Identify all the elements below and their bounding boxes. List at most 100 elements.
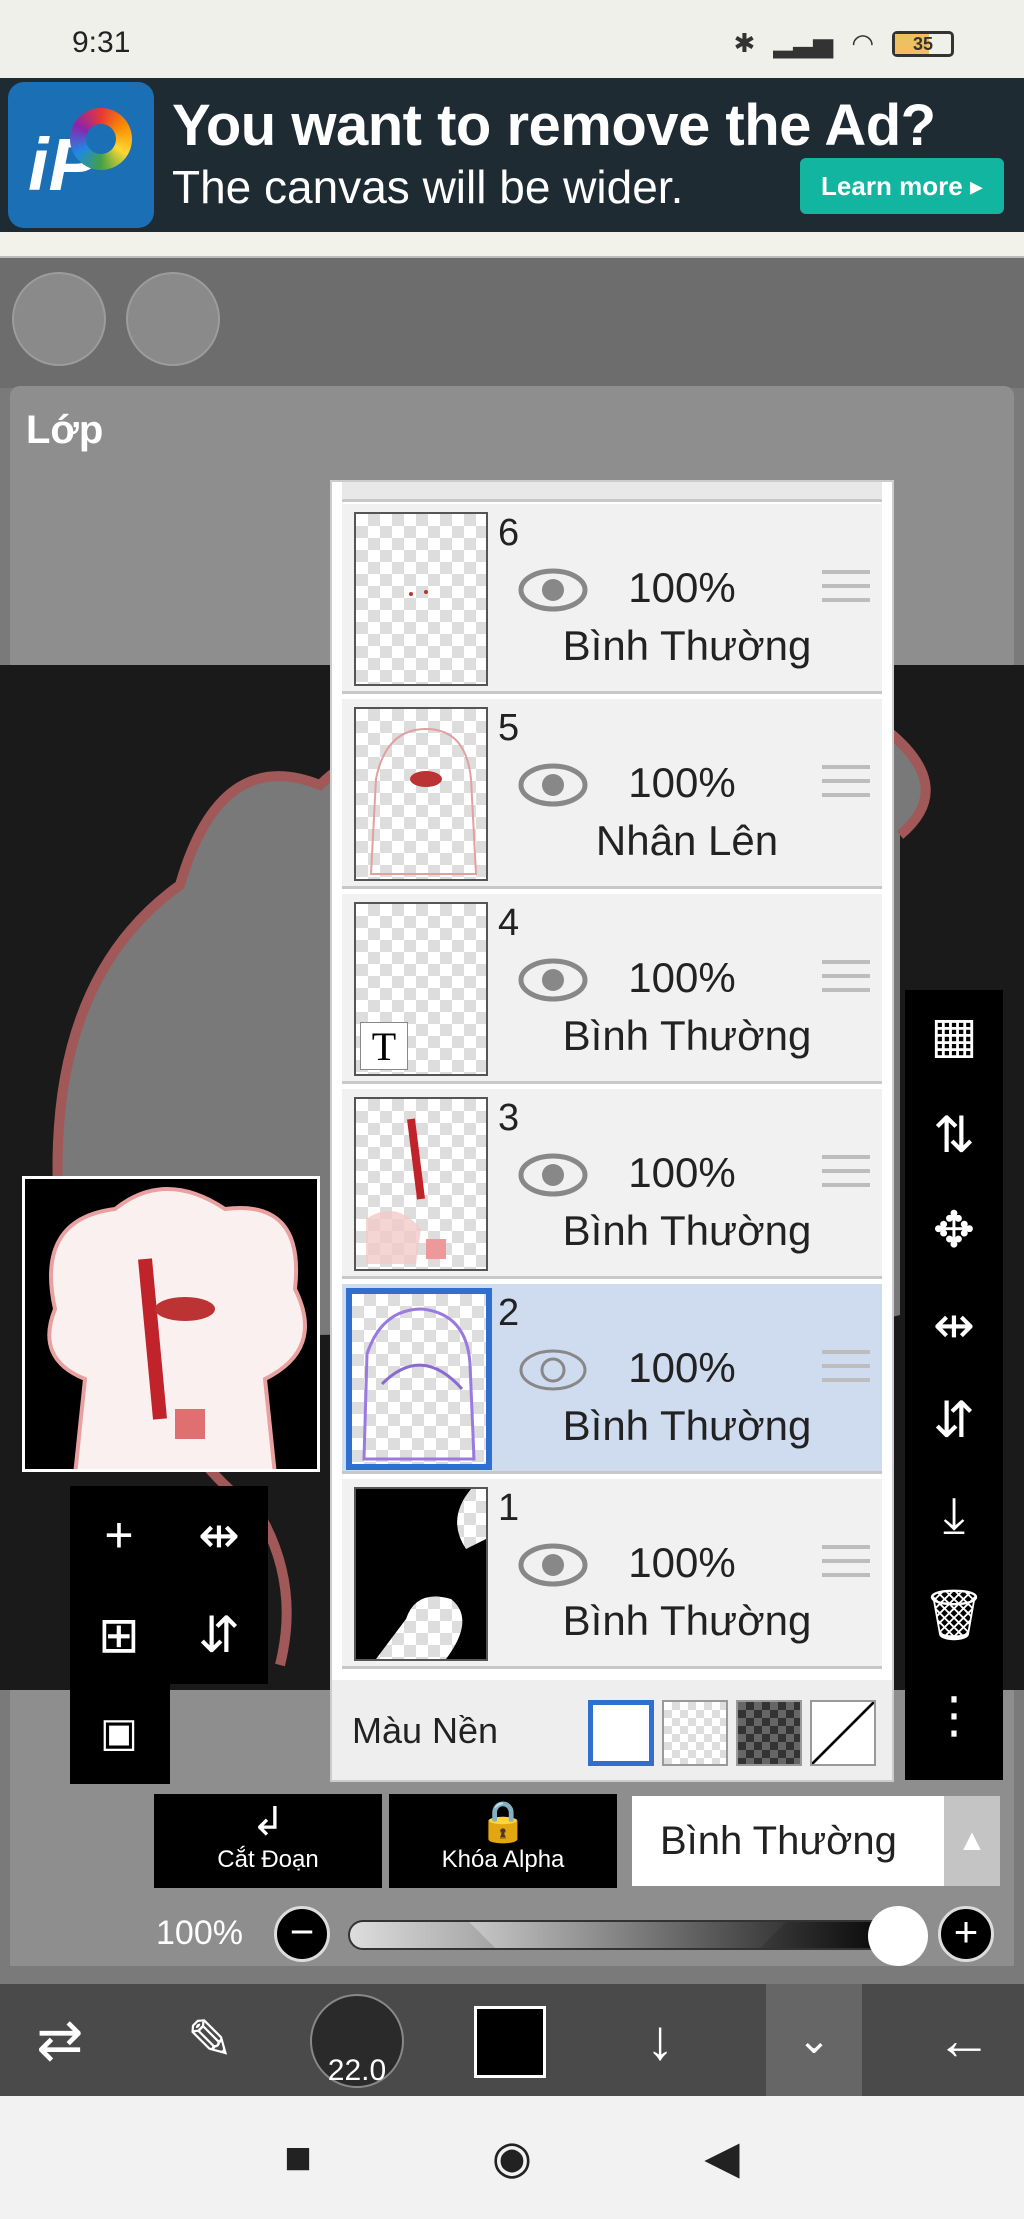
layer-row[interactable]: 5 100% Nhân Lên	[342, 699, 882, 889]
layer-row[interactable]: 6 100% Bình Thường	[342, 504, 882, 694]
clipping-button[interactable]: ↲ Cắt Đoạn	[154, 1794, 382, 1888]
layer-number: 5	[498, 707, 520, 749]
flip-horizontal-icon[interactable]: ⇹	[174, 1490, 264, 1580]
layer-thumbnail	[354, 512, 488, 686]
blend-mode-select[interactable]: Bình Thường	[632, 1796, 944, 1886]
layer-row-partial	[342, 482, 882, 502]
layer-opacity: 100%	[628, 1149, 736, 1196]
color-swatch[interactable]	[474, 2006, 546, 2078]
layer-row[interactable]: 3 100% Bình Thường	[342, 1089, 882, 1279]
layer-opacity: 100%	[628, 564, 736, 611]
layer-list[interactable]: 6 100% Bình Thường 5 100% Nhân Lên T 4 1…	[330, 480, 894, 1782]
transparency-icon[interactable]: ▦	[909, 990, 999, 1080]
layer-opacity: 100%	[628, 759, 736, 806]
status-icons: ✱ ▂▃▅ ◠ 35	[734, 28, 954, 59]
redo-button[interactable]	[126, 272, 220, 366]
layer-thumbnail	[354, 1487, 488, 1661]
eye-icon[interactable]	[518, 958, 588, 1002]
back-arrow-icon[interactable]: ←	[904, 1984, 1024, 2096]
merge-down-icon[interactable]: ⤓	[909, 1470, 999, 1560]
text-layer-icon: T	[360, 1022, 408, 1070]
layer-row[interactable]: 1 100% Bình Thường	[342, 1479, 882, 1669]
system-nav-bar: ■ ◉ ◀	[0, 2096, 1024, 2219]
layer-number: 4	[498, 902, 520, 944]
status-bar: 9:31 ✱ ▂▃▅ ◠ 35	[0, 0, 1024, 78]
opacity-slider[interactable]	[348, 1920, 908, 1950]
brush-size-button[interactable]: 22.0	[310, 1994, 404, 2088]
brush-icon[interactable]: ✎	[150, 1984, 270, 2096]
clip-arrow-icon: ↲	[251, 1800, 285, 1844]
swap-tool-icon[interactable]: ⇄	[0, 1984, 120, 2096]
layer-thumbnail: T	[354, 902, 488, 1076]
color-wheel-icon	[70, 108, 132, 170]
signal-icon: ▂▃▅	[773, 28, 834, 58]
alpha-lock-button[interactable]: 🔒 Khóa Alpha	[389, 1794, 617, 1888]
layer-blend-mode: Bình Thường	[562, 622, 812, 669]
bg-dark-checker-swatch[interactable]	[736, 1700, 802, 1766]
drag-handle-icon[interactable]	[822, 570, 870, 606]
wifi-icon: ◠	[851, 28, 874, 58]
layer-blend-mode: Nhân Lên	[595, 817, 779, 864]
ad-subline: The canvas will be wider.	[172, 161, 684, 213]
flip-horizontal-icon[interactable]: ⇹	[909, 1280, 999, 1370]
layer-quick-tools: + ⇹ ⊞ ⇵	[70, 1486, 268, 1684]
drag-handle-icon[interactable]	[822, 1155, 870, 1191]
layer-thumbnail	[354, 707, 488, 881]
alpha-lock-label: Khóa Alpha	[441, 1846, 565, 1873]
opacity-slider-handle[interactable]	[868, 1906, 928, 1966]
swap-layer-icon[interactable]: ⇅	[909, 1090, 999, 1180]
recents-icon[interactable]: ■	[248, 2096, 348, 2219]
bg-white-swatch[interactable]	[588, 1700, 654, 1766]
eye-icon[interactable]	[518, 1153, 588, 1197]
add-layer-plus-icon[interactable]: +	[74, 1490, 164, 1580]
camera-tool: ▣	[70, 1684, 170, 1784]
eye-icon[interactable]	[518, 568, 588, 612]
background-label: Màu Nền	[352, 1710, 499, 1751]
battery-icon: 35	[892, 30, 954, 57]
ad-banner[interactable]: iP You want to remove the Ad? The canvas…	[0, 78, 1024, 232]
bg-none-swatch[interactable]	[810, 1700, 876, 1766]
undo-button[interactable]	[12, 272, 106, 366]
layer-row-selected[interactable]: 2 100% Bình Thường	[342, 1284, 882, 1474]
navigator-preview[interactable]	[22, 1176, 320, 1472]
chevron-up-icon[interactable]: ▲	[944, 1796, 1000, 1886]
move-icon[interactable]: ✥	[909, 1185, 999, 1275]
flip-vertical-icon[interactable]: ⇵	[174, 1590, 264, 1680]
chevron-double-down-icon[interactable]: ⌄	[766, 1984, 862, 2096]
preview-artwork	[25, 1179, 317, 1469]
drag-handle-icon[interactable]	[822, 1350, 870, 1386]
arrow-down-icon[interactable]: ↓	[600, 1984, 720, 2096]
add-copy-layer-icon[interactable]: ⊞	[74, 1590, 164, 1680]
back-icon[interactable]: ◀	[672, 2096, 772, 2219]
divider	[0, 232, 1024, 258]
eye-icon[interactable]	[518, 1348, 588, 1392]
bottom-toolbar: ⇄ ✎ 22.0 ↓ ⌄ ←	[0, 1984, 1024, 2096]
opacity-minus-button[interactable]: −	[274, 1906, 330, 1962]
layer-blend-mode: Bình Thường	[562, 1402, 812, 1449]
layer-side-toolbar: ▦ ⇅ ✥ ⇹ ⇵ ⤓ 🗑 ⋮	[905, 990, 1003, 1780]
bg-transparent-swatch[interactable]	[662, 1700, 728, 1766]
layer-opacity: 100%	[628, 954, 736, 1001]
layer-number: 6	[498, 512, 520, 554]
home-icon[interactable]: ◉	[462, 2096, 562, 2219]
opacity-plus-button[interactable]: +	[938, 1906, 994, 1962]
eye-icon[interactable]	[518, 763, 588, 807]
camera-icon[interactable]: ▣	[74, 1688, 164, 1778]
layer-blend-mode: Bình Thường	[562, 1597, 812, 1644]
background-color-row: Màu Nền	[332, 1680, 892, 1780]
bluetooth-icon: ✱	[733, 28, 756, 58]
drag-handle-icon[interactable]	[822, 1545, 870, 1581]
drag-handle-icon[interactable]	[822, 960, 870, 996]
layer-opacity: 100%	[628, 1344, 736, 1391]
layer-number: 1	[498, 1487, 520, 1529]
layer-row[interactable]: T 4 100% Bình Thường	[342, 894, 882, 1084]
drag-handle-icon[interactable]	[822, 765, 870, 801]
ibispaint-logo: iP	[8, 82, 154, 228]
opacity-label: 100%	[156, 1914, 243, 1952]
learn-more-button[interactable]: Learn more ▸	[800, 158, 1004, 214]
more-vertical-icon[interactable]: ⋮	[909, 1670, 999, 1760]
ad-headline: You want to remove the Ad?	[172, 93, 936, 158]
flip-vertical-icon[interactable]: ⇵	[909, 1375, 999, 1465]
trash-icon[interactable]: 🗑	[909, 1570, 999, 1660]
eye-icon[interactable]	[518, 1543, 588, 1587]
